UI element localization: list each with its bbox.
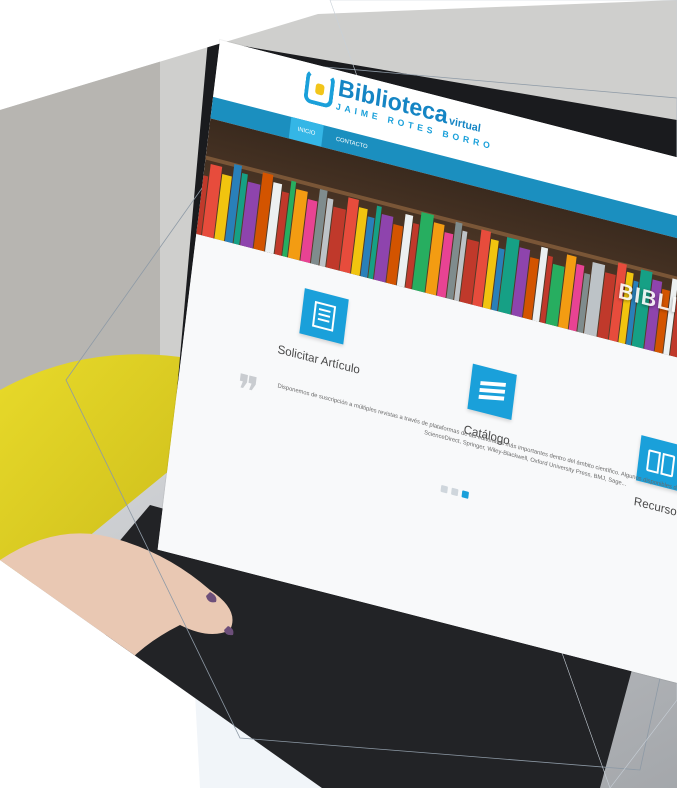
carousel-dot[interactable] (440, 484, 449, 494)
feature-label: Solicitar Artículo (276, 342, 361, 377)
carousel-dots (440, 484, 470, 499)
feature-solicitar-articulo[interactable]: Solicitar Artículo (242, 274, 404, 386)
carousel-dot-active[interactable] (461, 490, 470, 499)
article-icon[interactable] (299, 288, 349, 345)
catalog-icon[interactable] (467, 363, 517, 420)
quote-icon: ❞ (233, 367, 261, 418)
carousel-dot[interactable] (450, 487, 459, 497)
logo-mark-icon (303, 68, 336, 110)
